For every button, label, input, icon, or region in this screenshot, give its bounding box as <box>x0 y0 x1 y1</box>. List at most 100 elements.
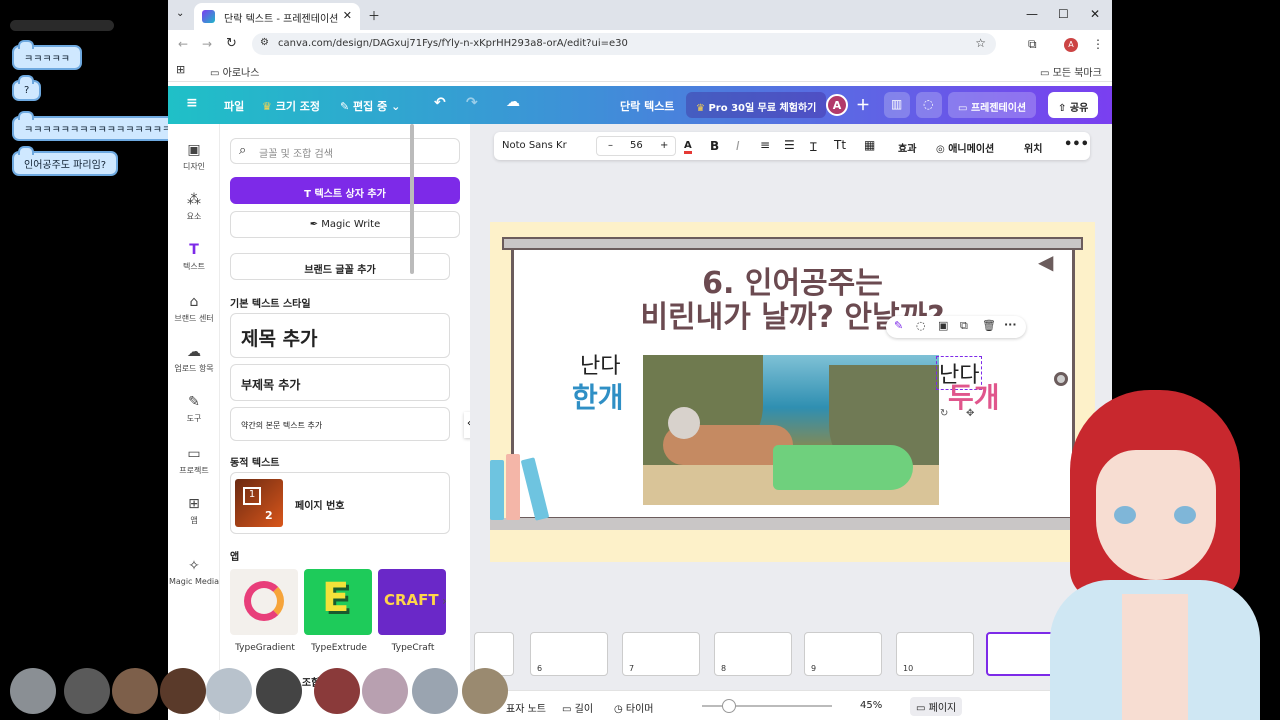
increase-size-icon[interactable]: + <box>660 140 668 151</box>
all-bookmarks[interactable]: ▭ 모든 북마크 <box>1040 64 1102 79</box>
add-heading-button[interactable]: 제목 추가 <box>230 313 450 358</box>
rail-projects[interactable]: ▭ 프로젝트 <box>168 446 220 476</box>
forward-icon[interactable]: → <box>202 37 212 51</box>
font-size-value[interactable]: 56 <box>630 140 643 151</box>
editing-mode-dropdown[interactable]: ✎ 편집 중 ⌄ <box>340 98 400 114</box>
list-icon[interactable]: ☰ <box>784 138 795 152</box>
align-icon[interactable]: ≡ <box>760 138 770 152</box>
letter-spacing-icon[interactable]: Ɪ <box>810 138 817 155</box>
reload-icon[interactable]: ↻ <box>226 36 237 51</box>
brand-fonts-button[interactable]: 브랜드 글꼴 추가 <box>230 253 450 280</box>
left-label-big[interactable]: 한개 <box>572 376 624 416</box>
lock-icon[interactable]: ▣ <box>938 319 948 332</box>
tab-search-icon[interactable]: ⌄ <box>176 8 184 19</box>
pro-trial-button[interactable]: ♛ Pro 30일 무료 체험하기 <box>686 92 827 118</box>
undo-icon[interactable]: ↶ <box>434 95 446 111</box>
typegradient-app[interactable] <box>230 569 298 635</box>
text-icon: T <box>304 189 315 200</box>
user-avatar[interactable]: A <box>826 94 848 116</box>
italic-icon[interactable]: I <box>736 139 740 153</box>
move-icon[interactable]: ✥ <box>966 408 974 419</box>
zoom-slider-handle[interactable] <box>722 699 736 713</box>
cloud-save-icon[interactable]: ☁ <box>506 94 520 110</box>
rail-uploads[interactable]: ☁ 업로드 항목 <box>168 344 220 374</box>
typecraft-app[interactable]: CRAFT <box>378 569 446 635</box>
more-options-icon[interactable]: ••• <box>1064 137 1089 152</box>
rail-design[interactable]: ▣ 디자인 <box>168 142 220 172</box>
page-thumbnail[interactable]: 6 <box>530 632 608 676</box>
font-family-select[interactable]: Noto Sans Kr <box>502 140 567 151</box>
notes-button[interactable]: 표자 노트 <box>506 700 546 715</box>
decrease-size-icon[interactable]: – <box>608 140 613 151</box>
magic-media-icon: ✧ <box>188 558 200 574</box>
rotate-icon[interactable]: ↻ <box>940 408 948 419</box>
menu-icon[interactable]: ≡ <box>186 95 198 111</box>
resize-button[interactable]: ♛ 크기 조정 <box>262 98 320 114</box>
extensions-icon[interactable]: ⧉ <box>1028 37 1037 52</box>
page-number-card[interactable]: 1 2 페이지 번호 <box>230 472 450 534</box>
rail-brand[interactable]: ⌂ 브랜드 센터 <box>168 294 220 324</box>
close-window-icon[interactable]: ✕ <box>1090 7 1100 21</box>
pages-view-button[interactable]: ▭ 페이지 <box>910 697 963 716</box>
comment-icon[interactable]: ◌ <box>916 92 942 118</box>
site-info-icon[interactable]: ⚙ <box>260 37 269 48</box>
transparency-icon[interactable]: ▦ <box>864 138 875 152</box>
position-button[interactable]: 위치 <box>1024 140 1042 155</box>
more-icon[interactable]: ··· <box>1004 318 1017 331</box>
add-subheading-button[interactable]: 부제목 추가 <box>230 364 450 401</box>
mermaid-photo[interactable] <box>643 355 939 505</box>
zoom-level[interactable]: 45% <box>860 700 882 711</box>
share-button[interactable]: ⇧ 공유 <box>1048 92 1099 118</box>
browser-tab[interactable]: 단락 텍스트 - 프레젠테이션 ✕ <box>194 3 360 30</box>
page-thumbnail[interactable]: 8 <box>714 632 792 676</box>
bookmark-folder[interactable]: ▭ 아로나스 <box>210 64 259 79</box>
close-tab-icon[interactable]: ✕ <box>343 9 352 22</box>
font-search-input[interactable]: ⌕ 글꼴 및 조합 검색 <box>230 138 460 164</box>
minimize-icon[interactable]: — <box>1026 7 1038 21</box>
bold-icon[interactable]: B <box>710 139 719 153</box>
rail-magic-media[interactable]: ✧ Magic Media <box>168 558 220 586</box>
share-icon: ⇧ <box>1058 103 1070 114</box>
magic-write-button[interactable]: ✒ Magic Write <box>230 211 460 238</box>
new-tab-icon[interactable]: ＋ <box>368 7 380 24</box>
slide-page[interactable]: ◀ 6. 인어공주는 비린내가 날까? 안날까? 난다 한개 난다 두개 ✎ ◌… <box>490 222 1095 562</box>
text-case-icon[interactable]: Tt <box>834 138 846 152</box>
effects-button[interactable]: 효과 <box>898 140 916 155</box>
emote-avatar <box>314 668 360 714</box>
page-thumbnail[interactable]: 7 <box>622 632 700 676</box>
insights-icon[interactable]: ▥ <box>884 92 910 118</box>
chevron-right-icon[interactable]: › <box>442 594 447 608</box>
page-number-glyph: 2 <box>265 509 273 522</box>
profile-avatar[interactable]: A <box>1064 38 1078 52</box>
text-color-icon[interactable]: A <box>684 140 692 154</box>
present-button[interactable]: ▭ 프레젠테이션 <box>948 92 1037 118</box>
url-field[interactable]: ⚙ canva.com/design/DAGxuj71Fys/fYly-n-xK… <box>252 33 996 55</box>
redo-icon[interactable]: ↷ <box>466 95 478 111</box>
typeextrude-app[interactable]: E <box>304 569 372 635</box>
document-title[interactable]: 단락 텍스트 <box>620 98 674 114</box>
add-textbox-button[interactable]: T 텍스트 상자 추가 <box>230 177 460 204</box>
maximize-icon[interactable]: ☐ <box>1058 7 1069 21</box>
animate-button[interactable]: ◎ 애니메이션 <box>936 140 994 155</box>
browser-menu-icon[interactable]: ⋮ <box>1092 37 1104 51</box>
back-icon[interactable]: ← <box>178 37 188 51</box>
apps-grid-icon[interactable]: ⊞ <box>176 63 185 76</box>
rail-apps[interactable]: ⊞ 앱 <box>168 496 220 526</box>
duration-button[interactable]: ▭ 길이 <box>562 700 593 715</box>
magic-edit-icon[interactable]: ✎ <box>894 319 903 332</box>
add-body-text-button[interactable]: 약간의 본문 텍스트 추가 <box>230 407 450 441</box>
delete-icon[interactable]: 🗑 <box>982 319 996 332</box>
rail-text[interactable]: T 텍스트 <box>168 242 220 272</box>
page-thumbnail[interactable]: 10 <box>896 632 974 676</box>
rail-tools[interactable]: ✎ 도구 <box>168 394 220 424</box>
rail-elements[interactable]: ⁂ 요소 <box>168 192 220 222</box>
magic-wand-icon: ✒ <box>309 219 322 230</box>
panel-scrollbar[interactable] <box>410 124 414 274</box>
comment-icon[interactable]: ◌ <box>916 319 926 332</box>
invite-plus-icon[interactable]: ＋ <box>856 95 870 115</box>
bookmark-star-icon[interactable]: ☆ <box>975 36 986 50</box>
page-thumbnail[interactable]: 9 <box>804 632 882 676</box>
timer-button[interactable]: ◷ 타이머 <box>614 700 654 715</box>
duplicate-icon[interactable]: ⧉ <box>960 319 968 333</box>
file-menu[interactable]: 파일 <box>224 98 244 114</box>
